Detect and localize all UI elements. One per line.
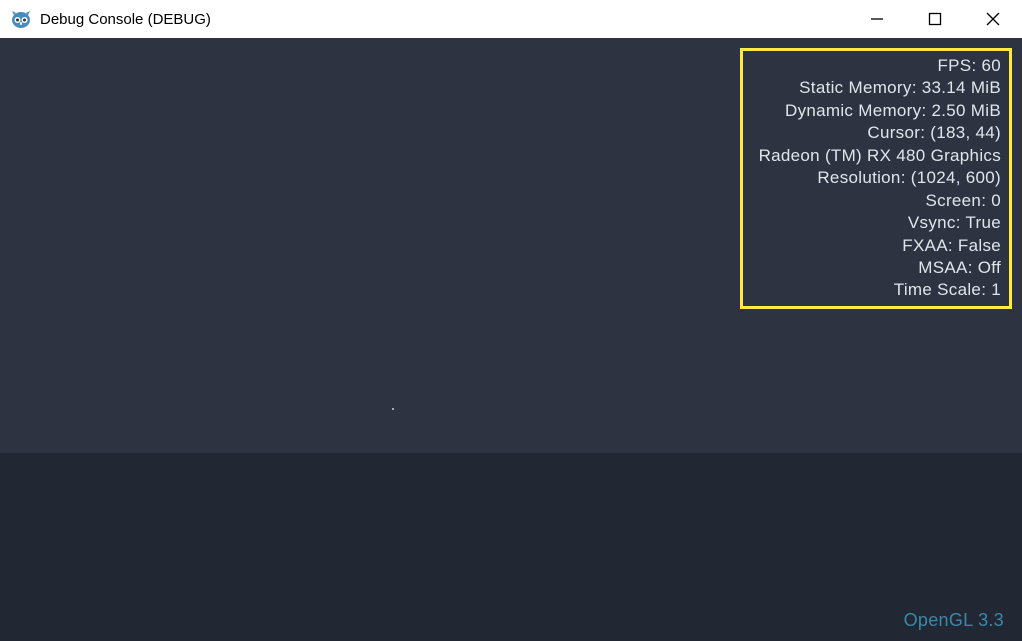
stat-value: (1024, 600) [911,168,1001,187]
close-button[interactable] [964,0,1022,38]
gl-version-label: OpenGL 3.3 [904,610,1004,631]
stat-value: 2.50 MiB [932,101,1002,120]
minimize-button[interactable] [848,0,906,38]
stat-label: FXAA [902,236,948,255]
stat-label: Vsync [908,213,956,232]
stat-value: 60 [981,56,1001,75]
fxaa-stat: FXAA: False [759,235,1001,257]
cursor-indicator [392,408,394,410]
stat-value: 1 [991,280,1001,299]
time-scale-stat: Time Scale: 1 [759,279,1001,301]
window-title: Debug Console (DEBUG) [40,11,211,28]
stat-label: Time Scale [894,280,981,299]
stat-value: False [958,236,1001,255]
stat-value: 33.14 MiB [922,78,1001,97]
stat-label: FPS [937,56,971,75]
stat-value: True [965,213,1001,232]
titlebar: Debug Console (DEBUG) [0,0,1022,38]
stat-value: Off [978,258,1001,277]
dynamic-memory-stat: Dynamic Memory: 2.50 MiB [759,100,1001,122]
stat-label: Resolution [817,168,900,187]
stat-label: Static Memory [799,78,912,97]
stat-label: Screen [926,191,982,210]
gpu-stat: Radeon (TM) RX 480 Graphics [759,145,1001,167]
vsync-stat: Vsync: True [759,212,1001,234]
window-controls [848,0,1022,38]
stats-panel: FPS: 60 Static Memory: 33.14 MiB Dynamic… [740,48,1012,309]
viewport: FPS: 60 Static Memory: 33.14 MiB Dynamic… [0,38,1022,641]
cursor-stat: Cursor: (183, 44) [759,122,1001,144]
screen-stat: Screen: 0 [759,190,1001,212]
app-icon [10,8,32,30]
static-memory-stat: Static Memory: 33.14 MiB [759,77,1001,99]
fps-stat: FPS: 60 [759,55,1001,77]
stat-value: (183, 44) [930,123,1001,142]
maximize-button[interactable] [906,0,964,38]
stat-label: MSAA [918,258,967,277]
stat-label: Dynamic Memory [785,101,921,120]
stat-label: Cursor [867,123,920,142]
resolution-stat: Resolution: (1024, 600) [759,167,1001,189]
msaa-stat: MSAA: Off [759,257,1001,279]
stat-value: 0 [991,191,1001,210]
